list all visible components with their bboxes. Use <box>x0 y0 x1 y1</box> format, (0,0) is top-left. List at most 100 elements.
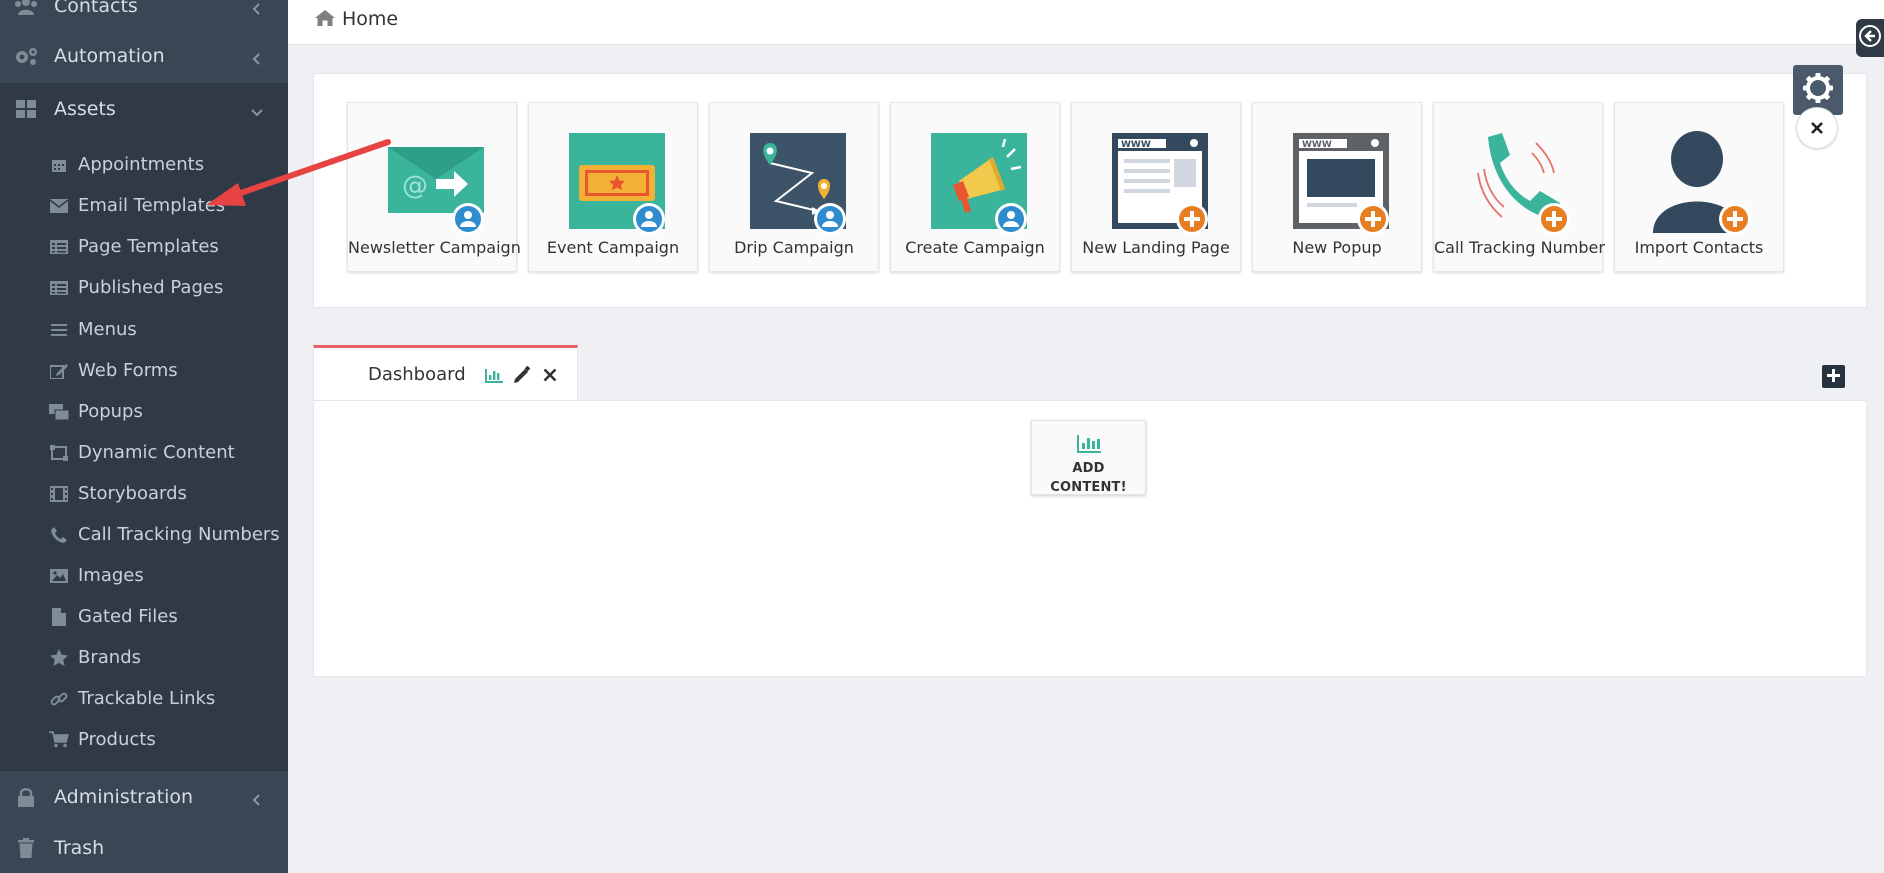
tile-newsletter-campaign[interactable]: @ Newsletter Campaign <box>347 102 521 272</box>
bar-chart-icon <box>1076 433 1101 453</box>
sidebar-item-label: Web Forms <box>78 360 178 381</box>
nav-trash[interactable]: Trash <box>0 822 288 873</box>
popup-window-icon: WWW <box>1293 133 1389 235</box>
sidebar-item-label: Page Templates <box>78 236 219 257</box>
tile-label: Call Tracking Number <box>1434 238 1605 257</box>
pencil-icon[interactable] <box>512 365 532 385</box>
sidebar-item-label: Dynamic Content <box>78 442 235 463</box>
tile-label: Newsletter Campaign <box>348 238 521 257</box>
telephone-icon <box>1477 133 1570 235</box>
sidebar-item-trackable-links[interactable]: Trackable Links <box>0 678 288 719</box>
cogs-icon <box>13 46 39 66</box>
film-icon <box>48 485 70 503</box>
tile-label: Import Contacts <box>1634 238 1764 257</box>
close-icon[interactable] <box>540 365 560 385</box>
sidebar-item-label: Menus <box>78 319 137 340</box>
plus-icon <box>1827 367 1840 386</box>
tile-label: New Popup <box>1292 238 1382 257</box>
sidebar-item-storyboards[interactable]: Storyboards <box>0 473 288 514</box>
nav-administration[interactable]: Administration <box>0 771 288 823</box>
person-silhouette-icon <box>1653 131 1751 235</box>
sidebar-item-menus[interactable]: Menus <box>0 309 288 350</box>
sidebar-item-images[interactable]: Images <box>0 555 288 596</box>
tab-actions <box>484 365 560 385</box>
add-tab-button[interactable] <box>1822 365 1845 388</box>
tile-new-landing-page[interactable]: WWW New Landing Page <box>1071 102 1241 272</box>
image-icon <box>48 567 70 585</box>
top-bar: Home <box>288 0 1884 45</box>
add-content-button[interactable]: ADD CONTENT! <box>1031 420 1146 495</box>
tile-call-tracking-number[interactable]: Call Tracking Number <box>1433 102 1605 272</box>
dashboard-panel: ADD CONTENT! <box>313 400 1867 677</box>
chevron-left-icon <box>250 790 264 806</box>
cart-icon <box>48 731 70 749</box>
close-panel-button[interactable] <box>1796 107 1838 149</box>
nav-assets-label: Assets <box>54 98 116 120</box>
list-alt-icon <box>48 279 70 297</box>
nav-automation-label: Automation <box>54 45 165 67</box>
sidebar-item-label: Call Tracking Numbers <box>78 524 280 545</box>
route-map-icon <box>750 133 846 235</box>
chevron-left-icon <box>250 49 264 65</box>
nav-administration-label: Administration <box>54 786 194 808</box>
breadcrumb[interactable]: Home <box>314 8 398 30</box>
file-icon <box>48 607 70 626</box>
sidebar-item-popups[interactable]: Popups <box>0 391 288 432</box>
phone-icon <box>48 526 70 544</box>
close-icon <box>1811 119 1823 138</box>
chevron-down-icon <box>250 102 264 117</box>
tile-label: Create Campaign <box>905 238 1045 257</box>
sidebar-item-label: Appointments <box>78 154 205 175</box>
sidebar-item-products[interactable]: Products <box>0 719 288 760</box>
sidebar-item-brands[interactable]: Brands <box>0 637 288 678</box>
sidebar-item-label: Published Pages <box>78 277 224 298</box>
sidebar-item-page-templates[interactable]: Page Templates <box>0 226 288 267</box>
nav-automation[interactable]: Automation <box>0 30 288 82</box>
tile-new-popup[interactable]: WWW New Popup <box>1252 102 1422 272</box>
th-large-icon <box>13 99 39 119</box>
tile-import-contacts[interactable]: Import Contacts <box>1614 102 1784 272</box>
sidebar-item-gated-files[interactable]: Gated Files <box>0 596 288 637</box>
tile-create-campaign[interactable]: Create Campaign <box>890 102 1060 272</box>
sidebar-toggle-button[interactable] <box>1856 19 1884 57</box>
trash-icon <box>13 838 39 858</box>
nav-contacts-label: Contacts <box>54 0 138 17</box>
home-icon <box>314 9 336 29</box>
envelope-icon <box>48 197 70 215</box>
add-content-label: ADD CONTENT! <box>1050 461 1127 495</box>
tab-dashboard-label: Dashboard <box>368 364 466 385</box>
popup-icon <box>48 403 70 421</box>
tile-event-campaign[interactable]: Event Campaign <box>528 102 698 272</box>
users-icon <box>13 0 39 16</box>
dynamic-content-icon <box>48 444 70 462</box>
sidebar-item-dynamic-content[interactable]: Dynamic Content <box>0 432 288 473</box>
tab-dashboard[interactable]: Dashboard <box>313 345 578 401</box>
sidebar-item-call-tracking-numbers[interactable]: Call Tracking Numbers <box>0 514 288 555</box>
sidebar-item-label: Brands <box>78 647 141 668</box>
megaphone-icon <box>931 133 1027 235</box>
sidebar: Contacts Automation Assets Appointments … <box>0 0 288 873</box>
sidebar-item-label: Email Templates <box>78 195 226 216</box>
bars-icon <box>48 321 70 339</box>
lock-icon <box>13 787 39 807</box>
tile-label: Drip Campaign <box>734 238 854 257</box>
sidebar-item-label: Products <box>78 729 156 750</box>
nav-assets[interactable]: Assets <box>0 83 288 135</box>
tile-drip-campaign[interactable]: Drip Campaign <box>709 102 879 272</box>
newsletter-envelope-icon: @ <box>388 147 484 235</box>
tile-label: Event Campaign <box>546 238 680 257</box>
sidebar-item-published-pages[interactable]: Published Pages <box>0 267 288 308</box>
sidebar-item-label: Images <box>78 565 144 586</box>
sidebar-item-email-templates[interactable]: Email Templates <box>0 185 288 226</box>
sidebar-item-label: Storyboards <box>78 483 187 504</box>
calendar-icon <box>48 156 70 174</box>
link-icon <box>48 690 70 708</box>
sidebar-item-appointments[interactable]: Appointments <box>0 144 288 185</box>
quick-actions-panel: @ Newsletter Campaign Event Campaign Dri… <box>313 73 1867 308</box>
bar-chart-icon[interactable] <box>484 365 504 385</box>
sidebar-item-web-forms[interactable]: Web Forms <box>0 350 288 391</box>
sidebar-item-label: Gated Files <box>78 606 178 627</box>
nav-contacts[interactable]: Contacts <box>0 0 288 32</box>
webpage-icon: WWW <box>1112 133 1208 235</box>
svg-text:WWW: WWW <box>1121 140 1151 150</box>
